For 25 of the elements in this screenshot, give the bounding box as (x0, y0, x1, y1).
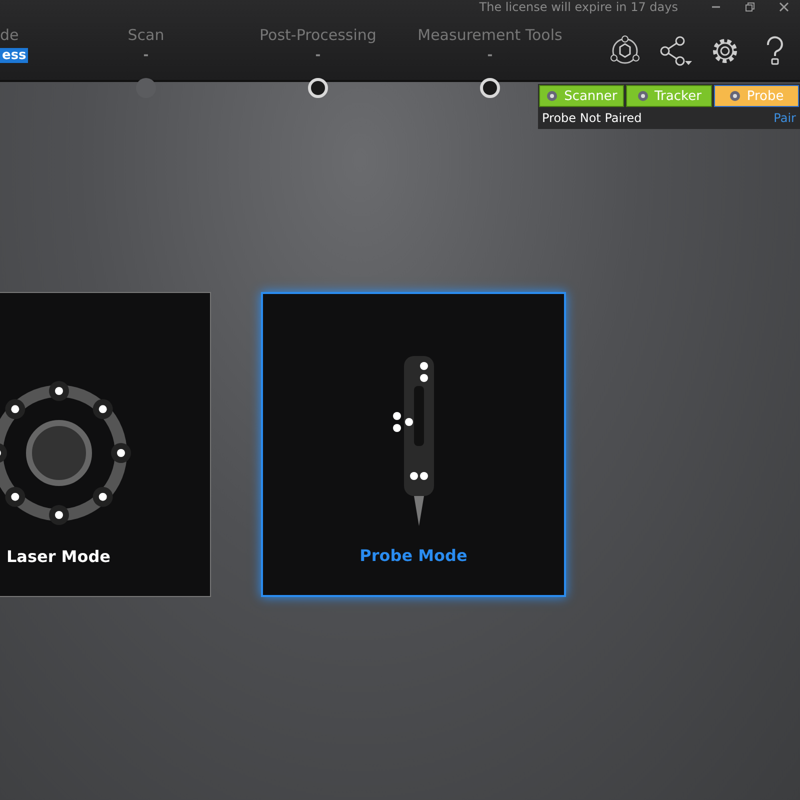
device-icon (728, 90, 741, 102)
device-icon (546, 90, 558, 102)
license-notice: The license will expire in 17 days (479, 0, 678, 14)
mode-card[interactable]: Probe Mode (261, 292, 566, 597)
mode-card[interactable]: Laser Mode (0, 292, 211, 597)
device-icon (636, 90, 649, 102)
mode-label: Laser Mode (6, 547, 111, 566)
step-label[interactable]: Post-Processing (260, 26, 376, 44)
mode-label: Probe Mode (360, 546, 468, 565)
step-status: - (142, 48, 150, 63)
pair-link[interactable]: Pair (774, 111, 796, 125)
step-status: - (486, 48, 494, 63)
step-label[interactable]: de (0, 26, 19, 44)
step-label[interactable]: Scan (128, 26, 164, 44)
step-dot (136, 78, 156, 98)
restore-icon[interactable] (744, 1, 756, 13)
step-status: - (314, 48, 322, 63)
device-tab[interactable]: Probe (714, 85, 799, 107)
pairing-status: Probe Not Paired (542, 111, 642, 125)
device-tab[interactable]: Scanner (539, 85, 624, 107)
share-icon[interactable] (658, 34, 692, 68)
device-tab[interactable]: Tracker (626, 85, 712, 107)
step-status: ess (0, 48, 28, 63)
close-icon[interactable] (778, 1, 790, 13)
step-label[interactable]: Measurement Tools (418, 26, 562, 44)
